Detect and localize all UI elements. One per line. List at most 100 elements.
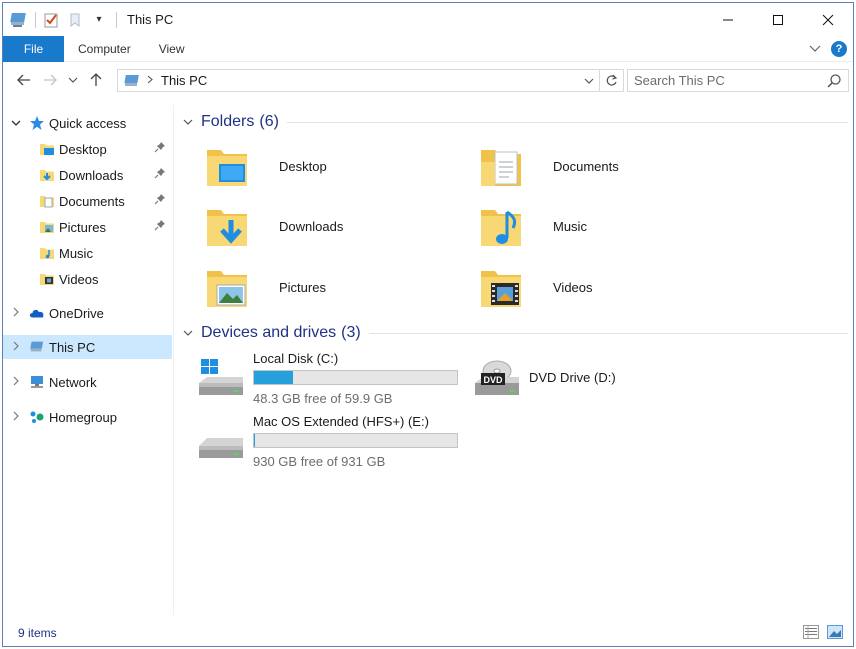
drive-usage-fill xyxy=(254,371,293,384)
details-view-icon[interactable] xyxy=(803,625,819,642)
windows-drive-icon xyxy=(197,359,245,399)
status-bar: 9 items xyxy=(3,620,853,646)
nav-label: Downloads xyxy=(59,167,124,183)
large-icons-view-icon[interactable] xyxy=(827,625,843,642)
pin-icon[interactable] xyxy=(154,167,168,181)
group-header-devices[interactable]: Devices and drives (3) xyxy=(183,322,848,344)
window-controls xyxy=(703,3,853,36)
view-switcher xyxy=(803,625,843,642)
breadcrumb[interactable]: This PC xyxy=(161,73,207,88)
up-button[interactable] xyxy=(83,67,109,93)
navigation-pane: Quick access Desktop Downloads Documents… xyxy=(3,105,174,615)
quick-access-toolbar: ▾ This PC xyxy=(3,3,173,36)
drive-free-space: 930 GB free of 931 GB xyxy=(253,454,386,469)
this-pc-app-icon[interactable] xyxy=(9,11,27,29)
chevron-right-icon[interactable] xyxy=(9,341,23,354)
group-count: (6) xyxy=(259,113,279,130)
folder-tile-music[interactable]: Music xyxy=(451,199,721,253)
back-button[interactable] xyxy=(11,67,37,93)
tab-file[interactable]: File xyxy=(3,35,64,62)
drive-tile-dvd-d[interactable]: DVD DVD Drive (D:) xyxy=(451,351,721,409)
group-title: Folders xyxy=(201,113,255,130)
nav-desktop[interactable]: Desktop xyxy=(3,137,172,161)
address-dropdown-icon[interactable] xyxy=(581,70,597,91)
folder-tile-pictures[interactable]: Pictures xyxy=(177,260,447,314)
address-row: This PC xyxy=(3,63,853,97)
drive-name: Local Disk (C:) xyxy=(253,351,339,366)
downloads-folder-icon xyxy=(39,167,55,183)
nav-label: Videos xyxy=(59,271,99,287)
chevron-down-icon[interactable] xyxy=(9,117,23,129)
properties-icon[interactable] xyxy=(42,11,60,29)
pin-icon[interactable] xyxy=(154,193,168,207)
nav-label: Quick access xyxy=(49,115,127,131)
drive-tile-mac-os-e[interactable]: Mac OS Extended (HFS+) (E:) 930 GB free … xyxy=(175,414,458,472)
desktop-folder-icon xyxy=(203,142,251,190)
folder-tile-documents[interactable]: Documents xyxy=(451,139,721,193)
folder-label: Videos xyxy=(553,279,593,295)
nav-this-pc[interactable]: This PC xyxy=(3,335,172,359)
folder-label: Music xyxy=(553,218,587,234)
nav-downloads[interactable]: Downloads xyxy=(3,163,172,187)
breadcrumb-separator-icon[interactable] xyxy=(147,75,153,87)
expand-ribbon-chevron-icon[interactable] xyxy=(809,42,821,56)
pictures-folder-icon xyxy=(39,219,55,235)
nav-label: Pictures xyxy=(59,219,106,235)
title-bar: ▾ This PC xyxy=(3,3,853,36)
folder-tile-desktop[interactable]: Desktop xyxy=(177,139,447,193)
drive-usage-bar xyxy=(253,370,458,385)
nav-network[interactable]: Network xyxy=(3,370,172,394)
pin-icon[interactable] xyxy=(154,219,168,233)
ribbon-tabs: File Computer View ? xyxy=(3,35,853,62)
search-input[interactable] xyxy=(634,73,824,88)
nav-onedrive[interactable]: OneDrive xyxy=(3,301,172,325)
videos-folder-icon xyxy=(39,271,55,287)
chevron-right-icon[interactable] xyxy=(9,307,23,320)
folder-tile-videos[interactable]: Videos xyxy=(451,260,721,314)
nav-documents[interactable]: Documents xyxy=(3,189,172,213)
chevron-right-icon[interactable] xyxy=(9,376,23,389)
help-icon[interactable]: ? xyxy=(831,41,847,57)
tab-computer[interactable]: Computer xyxy=(64,36,145,62)
nav-label: Homegroup xyxy=(49,409,117,425)
drive-name: DVD Drive (D:) xyxy=(529,370,616,385)
maximize-button[interactable] xyxy=(753,3,803,36)
nav-music[interactable]: Music xyxy=(3,241,172,265)
group-header-folders[interactable]: Folders (6) xyxy=(183,111,848,133)
content-area: Folders (6) Desktop Documents Downloads xyxy=(175,105,853,615)
nav-label: OneDrive xyxy=(49,305,104,321)
recent-locations-button[interactable] xyxy=(63,67,83,93)
collapse-chevron-icon[interactable] xyxy=(183,116,197,128)
minimize-button[interactable] xyxy=(703,3,753,36)
pin-icon[interactable] xyxy=(154,141,168,155)
nav-videos[interactable]: Videos xyxy=(3,267,172,291)
nav-quick-access[interactable]: Quick access xyxy=(3,111,172,135)
pictures-folder-icon xyxy=(203,263,251,311)
group-divider xyxy=(368,332,848,334)
downloads-folder-icon xyxy=(203,202,251,250)
music-folder-icon xyxy=(477,202,525,250)
forward-button[interactable] xyxy=(37,67,63,93)
folder-tile-downloads[interactable]: Downloads xyxy=(177,199,447,253)
item-count: 9 items xyxy=(18,626,57,640)
nav-pictures[interactable]: Pictures xyxy=(3,215,172,239)
address-bar[interactable]: This PC xyxy=(117,69,624,92)
collapse-chevron-icon[interactable] xyxy=(183,327,197,339)
chevron-right-icon[interactable] xyxy=(9,411,23,424)
onedrive-cloud-icon xyxy=(29,305,45,321)
documents-folder-icon xyxy=(39,193,55,209)
new-folder-icon[interactable] xyxy=(66,11,84,29)
network-icon xyxy=(29,374,45,390)
tab-view[interactable]: View xyxy=(145,36,199,62)
dvd-drive-icon: DVD xyxy=(473,359,521,399)
search-icon[interactable] xyxy=(826,73,842,89)
back-arrow-icon xyxy=(17,74,30,86)
close-button[interactable] xyxy=(803,3,853,36)
drive-tile-local-disk-c[interactable]: Local Disk (C:) 48.3 GB free of 59.9 GB xyxy=(175,351,458,409)
nav-label: Documents xyxy=(59,193,125,209)
nav-homegroup[interactable]: Homegroup xyxy=(3,405,172,429)
customize-toolbar-dropdown-icon[interactable]: ▾ xyxy=(90,11,108,29)
drive-name: Mac OS Extended (HFS+) (E:) xyxy=(253,414,429,429)
drive-usage-bar xyxy=(253,433,458,448)
refresh-icon[interactable] xyxy=(599,70,623,91)
